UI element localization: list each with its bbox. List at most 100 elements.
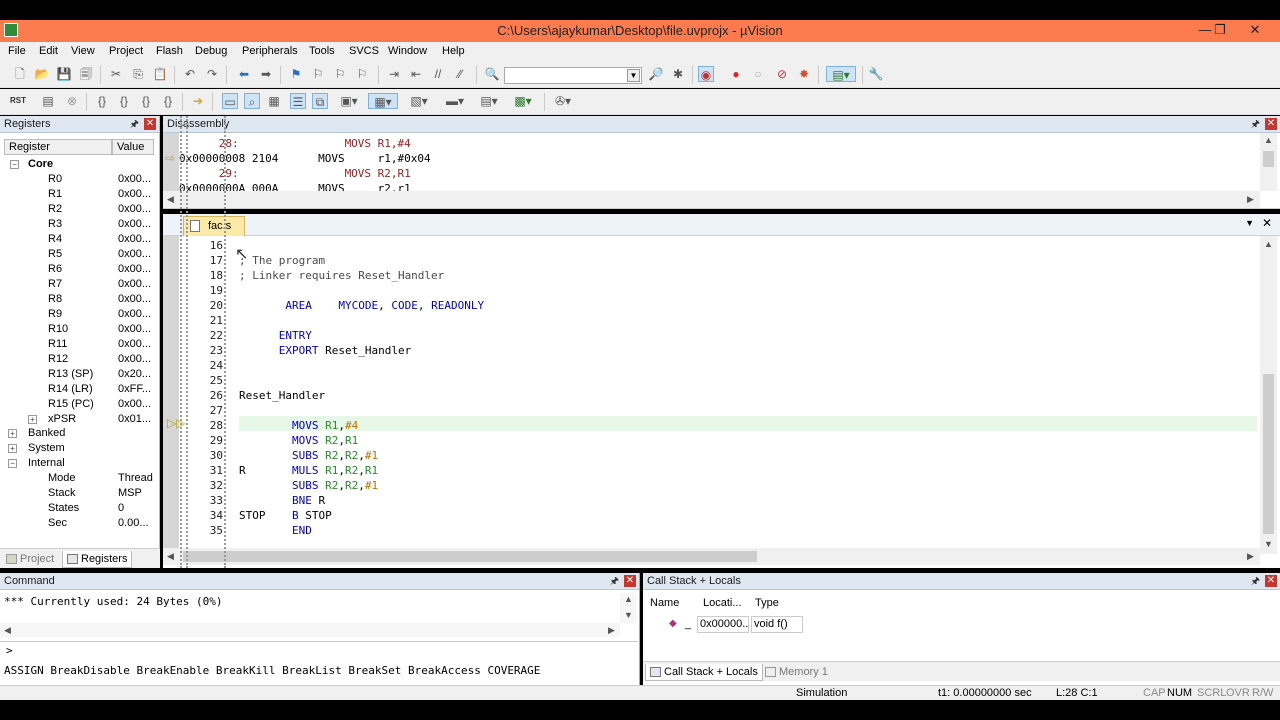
code-line[interactable]: ; The program [239, 253, 325, 268]
internal-row[interactable]: Stack MSP [0, 486, 158, 501]
internal-row[interactable]: Mode Thread [0, 471, 158, 486]
enable-breakpoint-icon[interactable]: ○ [750, 66, 766, 82]
pin-icon[interactable]: 🖈 [130, 117, 139, 133]
scroll-right-icon[interactable]: ▶ [608, 625, 615, 636]
collapse-icon[interactable]: − [8, 459, 17, 468]
register-value[interactable]: 0x00... [118, 262, 151, 277]
code-line[interactable]: Reset_Handler [239, 388, 325, 403]
run-icon[interactable]: ▤ [40, 93, 56, 109]
expand-icon[interactable]: + [8, 429, 17, 438]
disassembly-line[interactable]: 0x00000008 2104 MOVS r1,#0x04 [179, 151, 431, 166]
register-value[interactable]: 0x00... [118, 352, 151, 367]
register-row[interactable]: R15 (PC) 0x00... [0, 397, 158, 412]
register-value[interactable]: 0x00... [118, 337, 151, 352]
bookmark-icon[interactable]: ⚑ [288, 66, 304, 82]
debug-session-icon[interactable]: ◉ [698, 66, 714, 82]
menu-window[interactable]: Window [388, 45, 427, 57]
location-column-header[interactable]: Locati... [703, 597, 742, 609]
close-icon[interactable]: ✕ [1265, 575, 1277, 587]
menu-debug[interactable]: Debug [195, 45, 227, 57]
scroll-thumb[interactable] [183, 551, 757, 562]
register-value[interactable]: 0x00... [118, 322, 151, 337]
code-line[interactable]: R MULS R1,R2,R1 [239, 463, 378, 478]
chevron-down-icon[interactable]: ▼ [627, 69, 640, 82]
register-row[interactable]: R4 0x00... [0, 232, 158, 247]
registers-window-icon[interactable]: ☰ [290, 93, 306, 109]
code-line[interactable]: END [239, 523, 312, 538]
disable-breakpoints-icon[interactable]: ⊘ [774, 66, 790, 82]
pin-icon[interactable]: 🖈 [1251, 117, 1260, 133]
register-row[interactable]: R3 0x00... [0, 217, 158, 232]
tab-memory-1[interactable]: Memory 1 [761, 664, 832, 681]
scroll-right-icon[interactable]: ▶ [1247, 551, 1254, 562]
register-value[interactable]: 0x00... [118, 397, 151, 412]
command-output-vscroll[interactable]: ▲ ▼ [620, 593, 637, 623]
disassembly-hscroll[interactable]: ◀ ▶ [163, 191, 1260, 208]
serial-windows-icon[interactable]: ▧▾ [404, 93, 434, 109]
menu-help[interactable]: Help [442, 45, 465, 57]
register-value[interactable]: 0x20... [118, 367, 151, 382]
register-value[interactable]: 0x00... [118, 172, 151, 187]
stop-icon[interactable]: ⊗ [64, 93, 80, 109]
register-row[interactable]: R6 0x00... [0, 262, 158, 277]
close-window-button[interactable]: ✕ [1240, 20, 1270, 40]
code-line[interactable]: ; Linker requires Reset_Handler [239, 268, 444, 283]
register-row[interactable]: R8 0x00... [0, 292, 158, 307]
scroll-thumb[interactable] [1263, 374, 1274, 534]
find-icon[interactable]: 🔎 [648, 66, 664, 82]
clear-bookmarks-icon[interactable]: ⚐ [354, 66, 370, 82]
register-row[interactable]: R14 (LR) 0xFF... [0, 382, 158, 397]
configure-icon[interactable]: 🔧 [868, 66, 884, 82]
code-line[interactable]: MOVS R2,R1 [239, 433, 358, 448]
register-value[interactable]: 0x00... [118, 232, 151, 247]
disassembly-line[interactable]: 29: MOVS R2,R1 [179, 166, 411, 181]
editor-vscroll[interactable]: ▲ ▼ [1260, 236, 1277, 554]
register-value[interactable]: 0x00... [118, 187, 151, 202]
register-row[interactable]: R5 0x00... [0, 247, 158, 262]
register-row[interactable]: R7 0x00... [0, 277, 158, 292]
indent-icon[interactable]: ⇥ [386, 66, 402, 82]
code-line[interactable]: BNE R [239, 493, 325, 508]
watch-windows-icon[interactable]: ▣▾ [336, 93, 362, 109]
menu-project[interactable]: Project [109, 45, 143, 57]
scroll-left-icon[interactable]: ◀ [167, 194, 174, 205]
register-value[interactable]: 0x00... [118, 202, 151, 217]
show-next-statement-icon[interactable]: ➔ [190, 93, 206, 109]
register-group-internal[interactable]: − Internal [0, 456, 158, 471]
toolbox-icon[interactable]: ✇▾ [550, 93, 576, 109]
register-row[interactable]: R12 0x00... [0, 352, 158, 367]
step-over-icon[interactable]: {} [116, 93, 132, 109]
scroll-left-icon[interactable]: ◀ [4, 625, 11, 636]
unindent-icon[interactable]: ⇤ [408, 66, 424, 82]
new-file-icon[interactable]: 🗋 [12, 66, 28, 82]
prev-bookmark-icon[interactable]: ⚐ [310, 66, 326, 82]
expand-icon[interactable]: + [28, 415, 37, 424]
disassembly-window-icon[interactable]: ⌕ [244, 93, 260, 109]
register-column-header[interactable]: Register [4, 139, 112, 155]
code-line[interactable]: SUBS R2,R2,#1 [239, 448, 378, 463]
menu-edit[interactable]: Edit [39, 45, 58, 57]
register-row[interactable]: R13 (SP) 0x20... [0, 367, 158, 382]
scroll-down-icon[interactable]: ▼ [1264, 539, 1273, 549]
name-column-header[interactable]: Name [650, 597, 679, 609]
register-value[interactable]: 0x00... [118, 292, 151, 307]
navigate-forward-icon[interactable]: ➡ [258, 66, 274, 82]
call-stack-row[interactable]: ◆ _ 0x00000... void f() [647, 616, 803, 633]
scroll-left-icon[interactable]: ◀ [167, 551, 174, 562]
scroll-up-icon[interactable]: ▲ [624, 594, 633, 604]
uncomment-icon[interactable]: ∕∕ [452, 66, 468, 82]
redo-icon[interactable]: ↷ [204, 66, 220, 82]
tab-project[interactable]: Project [2, 551, 58, 568]
menu-peripherals[interactable]: Peripherals [242, 45, 298, 57]
pin-icon[interactable]: 🖈 [610, 574, 619, 590]
paste-icon[interactable]: 📋 [152, 66, 168, 82]
register-value[interactable]: 0xFF... [118, 382, 151, 397]
scroll-up-icon[interactable]: ▲ [1264, 239, 1273, 249]
close-tab-icon[interactable]: ✕ [1262, 216, 1272, 230]
register-group-system[interactable]: + System [0, 441, 158, 456]
run-to-cursor-icon[interactable]: {} [160, 93, 176, 109]
menu-view[interactable]: View [71, 45, 95, 57]
editor-tab-fac-s[interactable]: fac.s [183, 216, 245, 236]
find-combo[interactable]: ▼ [504, 67, 642, 84]
register-row[interactable]: R2 0x00... [0, 202, 158, 217]
